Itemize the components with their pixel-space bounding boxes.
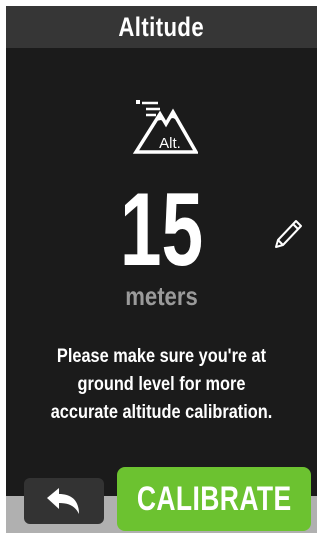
altitude-value: 15	[119, 172, 204, 288]
message-line: accurate altitude calibration.	[50, 402, 273, 423]
pencil-edit-icon[interactable]	[270, 216, 304, 254]
title-bar: Altitude	[6, 6, 317, 48]
calibration-message: Please make sure you're at ground level …	[26, 343, 297, 427]
altitude-unit: meters	[125, 281, 198, 311]
altitude-icon-label: Alt.	[159, 135, 181, 152]
altitude-mountain-icon: Alt.	[132, 100, 198, 154]
message-line: Please make sure you're at	[56, 346, 267, 367]
calibrate-button[interactable]: CALIBRATE	[117, 467, 311, 531]
calibrate-label: CALIBRATE	[136, 479, 292, 518]
back-button[interactable]	[24, 478, 104, 524]
page-title: Altitude	[118, 11, 205, 42]
message-line: ground level for more	[77, 374, 246, 395]
altitude-screen: Altitude Alt. 15 meters Please make sure…	[6, 6, 317, 533]
back-arrow-icon	[47, 488, 79, 514]
